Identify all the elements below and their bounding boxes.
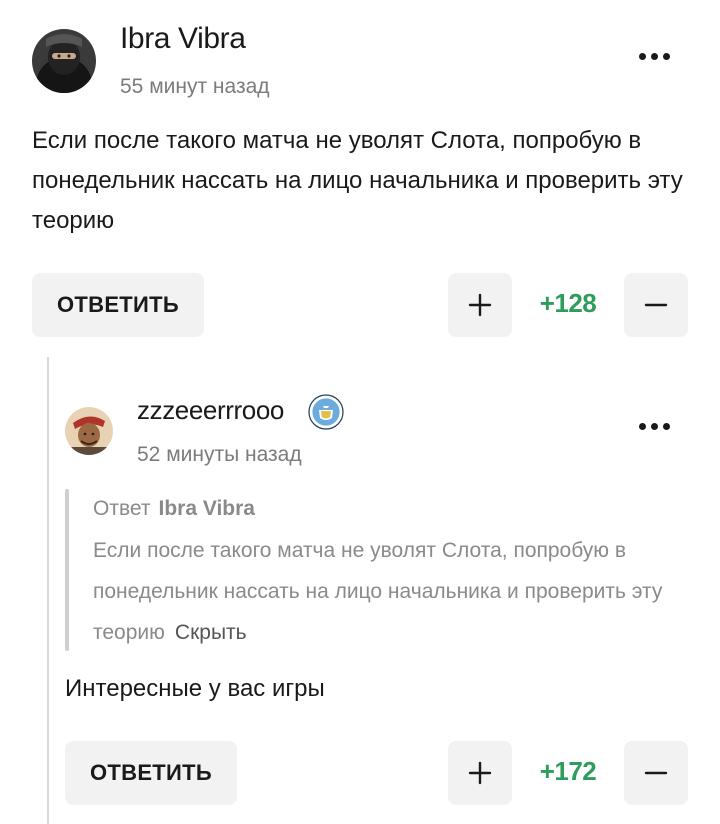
reply-button[interactable]: ОТВЕТИТЬ [32,273,204,337]
quote-author[interactable]: Ibra Vibra [158,497,255,520]
quote-text: Если после такого матча не уволят Слота,… [93,530,688,653]
downvote-button[interactable] [624,273,688,337]
reply-timestamp: 52 минуты назад [137,443,302,466]
comment-author[interactable]: Ibra Vibra [120,22,246,56]
hide-quote-link[interactable]: Скрыть [175,621,247,644]
quote-prefix: Ответ [93,497,151,520]
reply-text: Интересные у вас игры [65,675,325,702]
avatar-image [65,407,113,455]
comment-score: +128 [539,288,597,318]
avatar-ibra-vibra[interactable] [32,29,96,93]
plus-icon [468,761,492,785]
minus-icon [644,303,668,307]
upvote-button[interactable] [448,741,512,805]
upvote-button[interactable] [448,273,512,337]
minus-icon [644,771,668,775]
manchester-city-badge-icon [308,394,344,430]
reply-author[interactable]: zzzeeerrrooo [137,395,284,426]
more-options-icon[interactable] [639,53,670,60]
reply-button[interactable]: ОТВЕТИТЬ [65,741,237,805]
downvote-button[interactable] [624,741,688,805]
comment-text: Если после такого матча не уволят Слота,… [32,127,683,234]
avatar-image [32,29,96,93]
quote-bar [65,489,69,651]
quote-header: Ответ Ibra Vibra [93,497,255,521]
more-options-icon[interactable] [639,423,670,430]
avatar-zzzeeerrrooo[interactable] [65,407,113,455]
reply-score: +172 [539,756,597,786]
thread-line [47,357,49,824]
comment-timestamp: 55 минут назад [120,75,270,98]
plus-icon [468,293,492,317]
